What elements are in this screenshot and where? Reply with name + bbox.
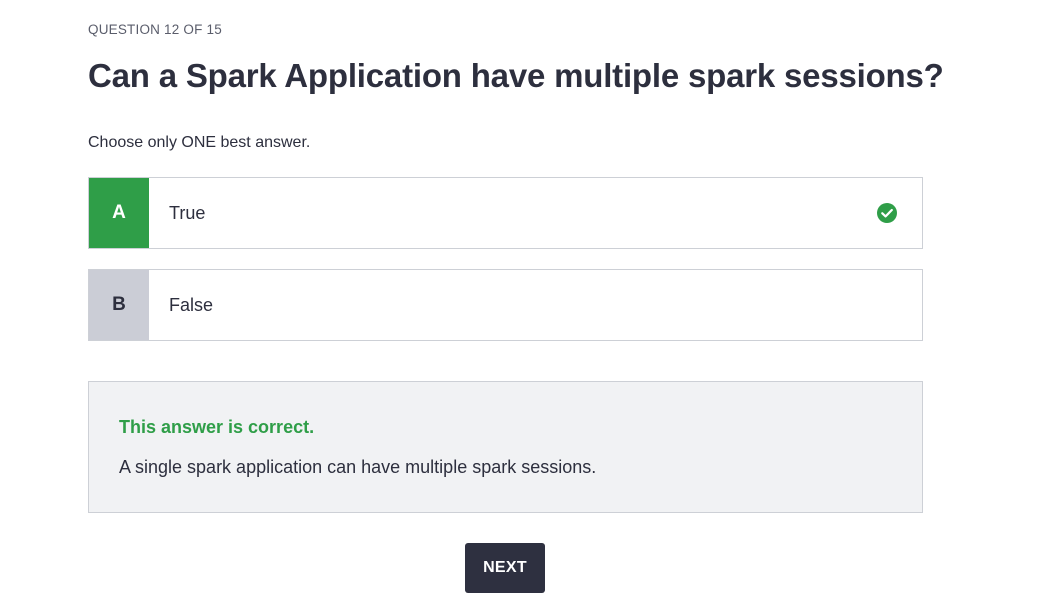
answer-feedback-panel: This answer is correct. A single spark a… xyxy=(88,381,923,513)
answer-instruction: Choose only ONE best answer. xyxy=(88,134,311,151)
next-button[interactable]: NEXT xyxy=(465,543,545,593)
option-text-b: False xyxy=(169,294,214,315)
question-title: Can a Spark Application have multiple sp… xyxy=(88,57,944,94)
check-circle-icon xyxy=(877,203,897,223)
option-text-a: True xyxy=(169,202,206,223)
feedback-explanation: A single spark application can have mult… xyxy=(119,457,597,477)
answer-option-a[interactable]: A True xyxy=(88,177,923,249)
question-progress: QUESTION 12 OF 15 xyxy=(88,22,222,37)
answer-option-b[interactable]: B False xyxy=(88,269,923,341)
option-letter-a: A xyxy=(89,178,149,248)
feedback-title: This answer is correct. xyxy=(119,417,315,437)
option-letter-b: B xyxy=(89,270,149,340)
